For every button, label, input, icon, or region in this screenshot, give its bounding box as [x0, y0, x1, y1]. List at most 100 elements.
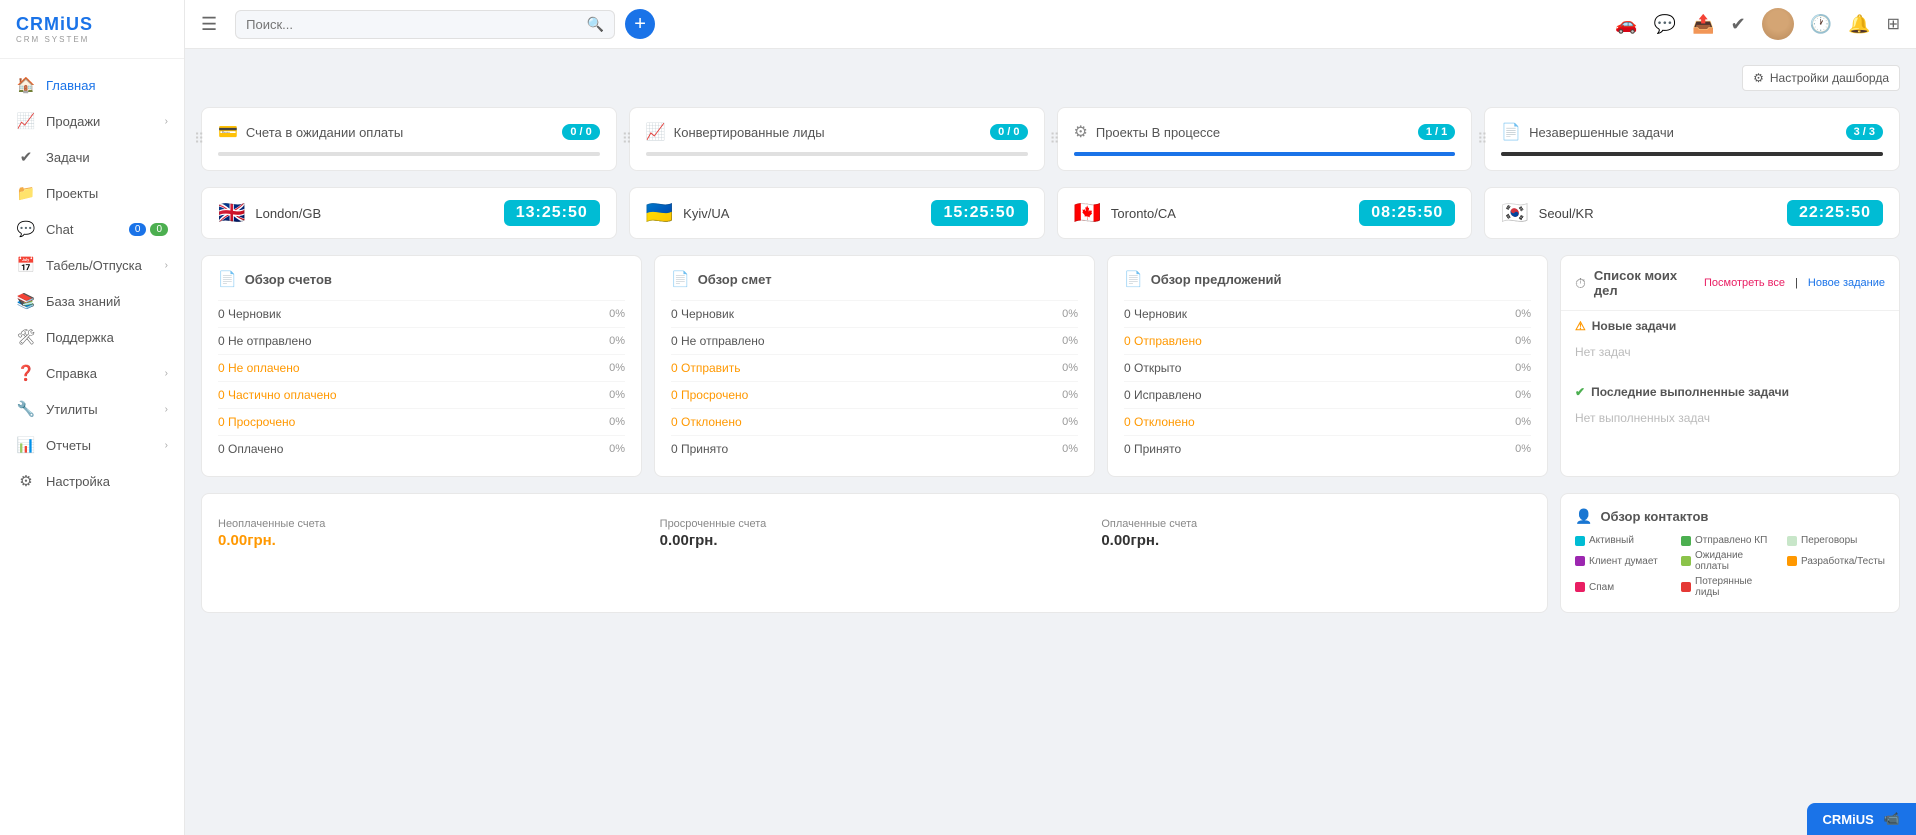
clock-location-label: London/GB — [255, 206, 321, 221]
drag-handle[interactable]: ⠿ — [1477, 131, 1487, 148]
arrow-icon: › — [165, 116, 168, 127]
sidebar-item-support[interactable]: 🛠 Поддержка — [0, 319, 184, 355]
arrow-icon: › — [165, 404, 168, 415]
clock-icon[interactable]: 🕐 — [1810, 14, 1832, 35]
sidebar-item-settings[interactable]: ⚙ Настройка — [0, 463, 184, 499]
overview-label: 0 Просрочено — [218, 415, 295, 429]
overview-label: 0 Черновик — [1124, 307, 1187, 321]
completed-tasks-section-title: ✔ Последние выполненные задачи — [1575, 385, 1885, 399]
projects-nav-icon: 📁 — [16, 184, 36, 202]
clock-time: 08:25:50 — [1359, 200, 1455, 226]
sidebar: CRMiUS CRM SYSTEM 🏠 Главная 📈 Продажи › … — [0, 0, 185, 835]
card-progress-track — [1074, 152, 1456, 156]
share-icon[interactable]: 📤 — [1692, 14, 1714, 35]
search-input[interactable] — [246, 17, 587, 32]
tasks-panel: ⏱ Список моих дел Посмотреть все | Новое… — [1560, 255, 1900, 477]
overview-value: 0% — [1062, 308, 1078, 320]
overview-row: 0 Не отправлено 0% — [218, 327, 625, 354]
sidebar-item-utilities[interactable]: 🔧 Утилиты › — [0, 391, 184, 427]
tasks-header: ⏱ Список моих дел Посмотреть все | Новое… — [1561, 256, 1899, 311]
add-button[interactable]: + — [625, 9, 655, 39]
legend-label: Клиент думает — [1589, 556, 1658, 567]
contacts-legend: Активный Отправлено КП Переговоры Клиент… — [1575, 535, 1885, 598]
new-task-link[interactable]: Новое задание — [1808, 277, 1885, 289]
car-icon[interactable]: 🚗 — [1615, 14, 1637, 35]
contacts-icon: 👤 — [1575, 508, 1592, 525]
overview-value: 0% — [609, 443, 625, 455]
drag-handle[interactable]: ⠿ — [194, 131, 204, 148]
drag-handle[interactable]: ⠿ — [1050, 131, 1060, 148]
legend-label: Разработка/Тесты — [1801, 556, 1885, 567]
card-icon: 💳 — [218, 122, 238, 142]
projects-nav-label: Проекты — [46, 186, 168, 201]
utilities-nav-icon: 🔧 — [16, 400, 36, 418]
overview-title: Обзор счетов — [245, 272, 332, 287]
sidebar-item-sales[interactable]: 📈 Продажи › — [0, 103, 184, 139]
view-all-link[interactable]: Посмотреть все — [1704, 277, 1785, 289]
overview-row: 0 Черновик 0% — [218, 300, 625, 327]
top-card-projects: ⠿ ⚙ Проекты В процессе 1 / 1 — [1057, 107, 1473, 171]
overview-label: 0 Отправить — [671, 361, 741, 375]
contacts-title: Обзор контактов — [1600, 509, 1708, 524]
tasks-title: Список моих дел — [1594, 268, 1696, 298]
crmius-bar[interactable]: CRMiUS 📹 — [1807, 803, 1916, 835]
overview-label: 0 Черновик — [218, 307, 281, 321]
overview-value: 0% — [1515, 389, 1531, 401]
overdue-invoices: Просроченные счета 0.00грн. — [660, 518, 1090, 549]
message-icon[interactable]: 💬 — [1654, 14, 1676, 35]
invoice-summary-items: Неоплаченные счета 0.00грн. Просроченные… — [218, 518, 1531, 549]
card-icon: ⚙ — [1074, 122, 1088, 142]
card-progress-track — [218, 152, 600, 156]
overview-value: 0% — [1515, 362, 1531, 374]
paid-label: Оплаченные счета — [1101, 518, 1531, 530]
sales-nav-label: Продажи — [46, 114, 165, 129]
dashboard-settings-button[interactable]: ⚙ Настройки дашборда — [1742, 65, 1900, 91]
card-icon: 📄 — [1501, 122, 1521, 142]
sidebar-item-chat[interactable]: 💬 Chat 00 — [0, 211, 184, 247]
sidebar-item-projects[interactable]: 📁 Проекты — [0, 175, 184, 211]
chat-badge1: 0 — [129, 223, 147, 236]
overview-value: 0% — [1062, 416, 1078, 428]
gear-icon-settings: ⚙ — [1753, 71, 1764, 85]
legend-item: Разработка/Тесты — [1787, 550, 1885, 572]
video-icon: 📹 — [1884, 811, 1900, 827]
utilities-nav-label: Утилиты — [46, 402, 165, 417]
overview-title: Обзор предложений — [1151, 272, 1282, 287]
overview-row: 0 Черновик 0% — [671, 300, 1078, 327]
hamburger-icon[interactable]: ☰ — [201, 14, 217, 35]
sidebar-item-home[interactable]: 🏠 Главная — [0, 67, 184, 103]
avatar[interactable] — [1762, 8, 1794, 40]
overview-row: 0 Отправить 0% — [671, 354, 1078, 381]
sidebar-item-timeoff[interactable]: 📅 Табель/Отпуска › — [0, 247, 184, 283]
content-area: ⚙ Настройки дашборда ⠿ 💳 Счета в ожидани… — [185, 49, 1916, 835]
overview-row: 0 Исправлено 0% — [1124, 381, 1531, 408]
sidebar-item-knowledge[interactable]: 📚 База знаний — [0, 283, 184, 319]
help-nav-icon: ❓ — [16, 364, 36, 382]
reports-nav-icon: 📊 — [16, 436, 36, 454]
expand-icon[interactable]: ⊞ — [1887, 14, 1900, 34]
support-nav-label: Поддержка — [46, 330, 168, 345]
clocks-row: 🇬🇧 London/GB 13:25:50 🇺🇦 Kyiv/UA 15:25:5… — [201, 187, 1900, 239]
contacts-header: 👤 Обзор контактов — [1575, 508, 1885, 525]
sidebar-item-help[interactable]: ❓ Справка › — [0, 355, 184, 391]
overview-row: 0 Просрочено 0% — [218, 408, 625, 435]
clock-card-London-GB: 🇬🇧 London/GB 13:25:50 — [201, 187, 617, 239]
drag-handle[interactable]: ⠿ — [622, 131, 632, 148]
overview-row: 0 Просрочено 0% — [671, 381, 1078, 408]
overview-row: 0 Черновик 0% — [1124, 300, 1531, 327]
card-header: 📈 Конвертированные лиды 0 / 0 — [646, 122, 1028, 142]
dashboard-settings-label: Настройки дашборда — [1770, 71, 1889, 85]
overview-value: 0% — [1515, 416, 1531, 428]
reports-nav-label: Отчеты — [46, 438, 165, 453]
support-nav-icon: 🛠 — [16, 328, 36, 346]
dash-settings-bar: ⚙ Настройки дашборда — [201, 65, 1900, 91]
check-icon[interactable]: ✔ — [1731, 14, 1746, 35]
sidebar-item-reports[interactable]: 📊 Отчеты › — [0, 427, 184, 463]
legend-item: Потерянные лиды — [1681, 576, 1779, 598]
bell-icon[interactable]: 🔔 — [1848, 14, 1870, 35]
sidebar-item-tasks[interactable]: ✔ Задачи — [0, 139, 184, 175]
legend-dot — [1787, 536, 1797, 546]
overdue-label: Просроченные счета — [660, 518, 1090, 530]
overview-row: 0 Не оплачено 0% — [218, 354, 625, 381]
new-tasks-section-title: ⚠ Новые задачи — [1575, 319, 1885, 333]
